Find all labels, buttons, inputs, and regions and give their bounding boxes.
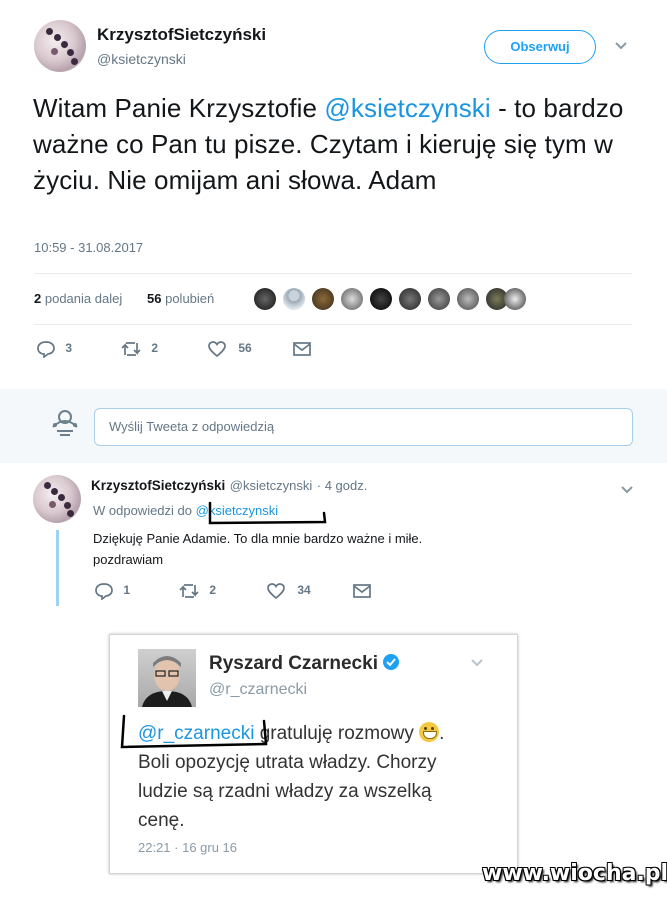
envelope-icon bbox=[293, 342, 311, 356]
reply-action[interactable]: 3 bbox=[36, 340, 73, 359]
retweets-label: podania dalej bbox=[44, 291, 123, 306]
retweet-action[interactable]: 2 bbox=[120, 340, 158, 358]
handwritten-bracket bbox=[208, 501, 327, 525]
liker-avatar[interactable] bbox=[370, 288, 392, 310]
emb-name-row: Ryszard Czarnecki bbox=[209, 653, 400, 675]
retweet-count: 2 bbox=[209, 583, 217, 598]
follow-button[interactable]: Obserwuj bbox=[484, 30, 596, 64]
reply-text-line: Dziękuję Panie Adamie. To dla mnie bardz… bbox=[93, 531, 423, 546]
liker-avatar[interactable] bbox=[457, 288, 479, 310]
liker-avatar[interactable] bbox=[283, 288, 305, 310]
heart-icon bbox=[208, 341, 226, 358]
reply-icon bbox=[95, 583, 113, 601]
liker-avatar[interactable] bbox=[254, 288, 276, 310]
chevron-down-icon[interactable] bbox=[620, 482, 634, 498]
reply-count: 3 bbox=[65, 341, 73, 356]
reply-input[interactable]: Wyślij Tweeta z odpowiedzią bbox=[94, 408, 633, 446]
handwritten-bracket bbox=[120, 714, 268, 749]
avatar[interactable] bbox=[34, 20, 86, 72]
like-count: 56 bbox=[238, 341, 252, 356]
tweet-mention[interactable]: @ksietczynski bbox=[324, 93, 490, 123]
user-avatar-icon[interactable] bbox=[48, 405, 82, 439]
reply-header: KrzysztofSietczyński @ksietczynski · 4 g… bbox=[91, 477, 367, 495]
reply-author-name[interactable]: KrzysztofSietczyński bbox=[91, 478, 225, 493]
avatar[interactable] bbox=[33, 475, 81, 523]
reply-action[interactable]: 1 bbox=[94, 582, 131, 601]
reply-text: Dziękuję Panie Adamie. To dla mnie bardz… bbox=[93, 528, 613, 570]
message-action[interactable] bbox=[352, 583, 372, 599]
reply-text-line: pozdrawiam bbox=[93, 552, 164, 567]
tweet-text: Witam Panie Krzysztofie @ksietczynski - … bbox=[33, 90, 633, 198]
embedded-timestamp[interactable]: 22:21 · 16 gru 16 bbox=[138, 840, 237, 855]
retweet-action[interactable]: 2 bbox=[178, 582, 216, 600]
embedded-author-handle[interactable]: @r_czarnecki bbox=[209, 681, 307, 699]
heart-icon bbox=[267, 583, 285, 600]
embedded-text-start: gratuluję rozmowy bbox=[254, 723, 420, 744]
retweet-count: 2 bbox=[151, 341, 159, 356]
author-handle[interactable]: @ksietczynski bbox=[97, 51, 186, 67]
grin-emoji-icon bbox=[419, 722, 440, 742]
embedded-tweet-screenshot: Ryszard Czarnecki @r_czarnecki @r_czarne… bbox=[109, 634, 518, 874]
divider bbox=[34, 324, 632, 325]
retweet-icon bbox=[179, 584, 199, 598]
likes-label: polubień bbox=[165, 291, 215, 306]
reply-author-handle[interactable]: @ksietczynski bbox=[230, 478, 313, 493]
like-stats[interactable]: 56 polubień bbox=[147, 291, 214, 306]
reply-icon bbox=[37, 341, 55, 359]
embedded-author-name[interactable]: Ryszard Czarnecki bbox=[209, 653, 378, 674]
liker-avatar[interactable] bbox=[428, 288, 450, 310]
liker-avatar[interactable] bbox=[504, 288, 526, 310]
liker-avatar[interactable] bbox=[341, 288, 363, 310]
likes-count: 56 bbox=[147, 291, 162, 306]
like-action[interactable]: 34 bbox=[266, 582, 311, 600]
liker-avatar[interactable] bbox=[399, 288, 421, 310]
message-action[interactable] bbox=[292, 341, 312, 357]
like-count: 34 bbox=[297, 583, 311, 598]
thread-line bbox=[56, 530, 59, 606]
verified-icon bbox=[383, 654, 400, 670]
embedded-text-line: ludzie są rzadni władzy za wszelką bbox=[138, 781, 432, 802]
like-action[interactable]: 56 bbox=[207, 340, 252, 358]
envelope-icon bbox=[353, 584, 371, 598]
reply-time[interactable]: · 4 godz. bbox=[317, 478, 368, 493]
embedded-text-line: cenę. bbox=[138, 810, 185, 831]
chevron-down-icon[interactable] bbox=[614, 38, 628, 54]
retweet-stats[interactable]: 2 podania dalej bbox=[34, 291, 122, 306]
retweet-icon bbox=[121, 342, 141, 356]
tweet-timestamp[interactable]: 10:59 - 31.08.2017 bbox=[34, 240, 143, 255]
likers-avatars bbox=[250, 288, 530, 312]
divider bbox=[34, 273, 632, 274]
liker-avatar[interactable] bbox=[312, 288, 334, 310]
chevron-down-icon[interactable] bbox=[470, 655, 484, 671]
reply-composer: Wyślij Tweeta z odpowiedzią bbox=[0, 389, 667, 463]
tweet-text-start: Witam Panie Krzysztofie bbox=[33, 93, 325, 123]
retweets-count: 2 bbox=[34, 291, 42, 306]
avatar[interactable] bbox=[138, 649, 196, 707]
watermark: www.wiocha.pl bbox=[482, 861, 667, 886]
in-reply-prefix: W odpowiedzi do bbox=[93, 503, 196, 518]
author-name[interactable]: KrzysztofSietczyński bbox=[97, 25, 266, 45]
reply-count: 1 bbox=[123, 583, 131, 598]
